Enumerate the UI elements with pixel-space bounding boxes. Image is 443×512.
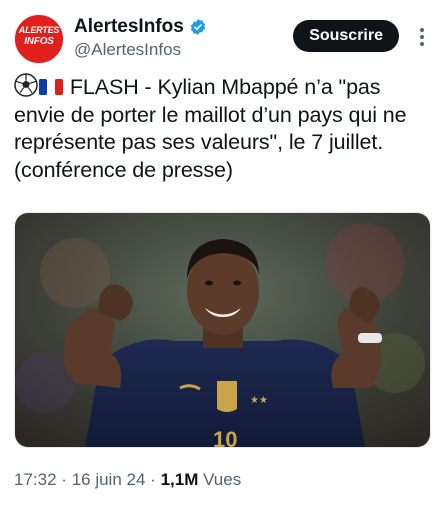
avatar-logo-line1: ALERTES (18, 25, 60, 35)
tweet-header: ALERTES INFOS AlertesInfos @AlertesInfos… (14, 10, 433, 64)
author-info: AlertesInfos @AlertesInfos (74, 16, 207, 61)
display-name[interactable]: AlertesInfos (74, 16, 184, 38)
avatar-logo-line2: INFOS (24, 36, 54, 47)
tweet-time[interactable]: 17:32 (14, 470, 57, 489)
avatar-logo: ALERTES INFOS (15, 25, 63, 47)
soccer-ball-icon (14, 73, 38, 97)
meta-separator: · (150, 470, 156, 489)
meta-separator: · (61, 470, 67, 489)
tweet-body: FLASH - Kylian Mbappé n’a "pas envie de … (14, 75, 407, 182)
tweet-text: FLASH - Kylian Mbappé n’a "pas envie de … (14, 73, 426, 184)
handle[interactable]: @AlertesInfos (74, 39, 207, 61)
photo-image-icon: ★★ 10 (15, 213, 430, 447)
avatar[interactable]: ALERTES INFOS (14, 14, 64, 64)
tweet-date[interactable]: 16 juin 24 (72, 470, 146, 489)
svg-text:10: 10 (213, 427, 237, 447)
svg-text:★★: ★★ (250, 395, 268, 406)
views-count[interactable]: 1,1M (161, 470, 199, 489)
france-flag-icon (39, 79, 63, 95)
verified-badge-icon (190, 19, 205, 35)
views-label: Vues (203, 470, 242, 489)
more-vertical-icon[interactable] (411, 26, 433, 48)
tweet-meta: 17:32 · 16 juin 24 · 1,1M Vues (14, 470, 241, 490)
subscribe-button[interactable]: Souscrire (293, 20, 399, 52)
tweet-photo[interactable]: ★★ 10 (14, 212, 431, 448)
